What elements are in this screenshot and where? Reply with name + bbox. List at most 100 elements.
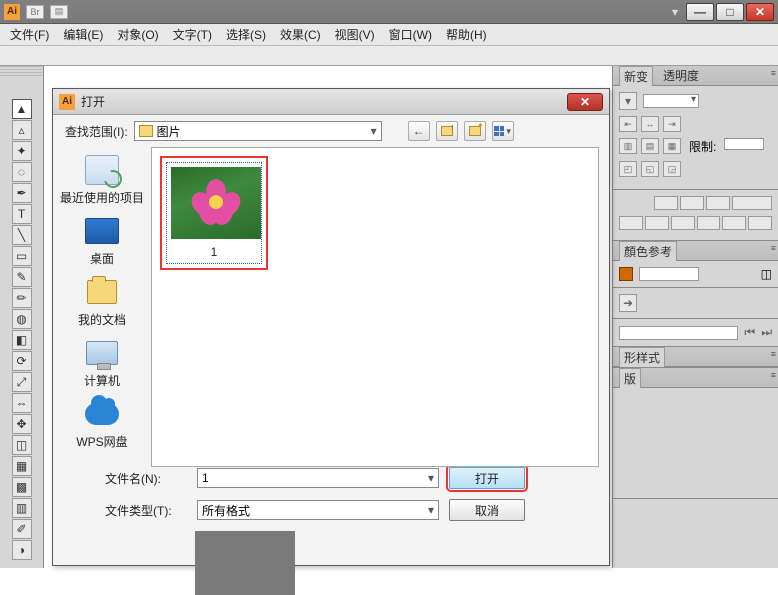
dash-preset-1[interactable] [654,196,678,210]
corner-2-icon[interactable]: ◱ [641,161,659,177]
dash-val-2[interactable] [645,216,669,230]
skip-next-icon[interactable]: ⏭ [761,325,772,340]
mesh-tool[interactable]: ▩ [12,477,32,497]
pen-tool[interactable]: ✒ [12,183,32,203]
align-center-icon[interactable]: ↔ [641,116,659,132]
pencil-tool[interactable]: ✏ [12,288,32,308]
bridge-chip-icon[interactable]: Br [26,5,44,19]
lasso-tool[interactable]: ◌ [12,162,32,182]
limit-label: 限制: [689,138,716,155]
file-thumbnail [171,167,261,239]
minimize-button[interactable]: — [686,3,714,21]
panel-menu-icon[interactable]: ≡ [771,370,776,380]
dash-val-6[interactable] [748,216,772,230]
menu-help[interactable]: 帮助(H) [446,26,487,43]
distribute-1-icon[interactable]: ▥ [619,138,637,154]
gradient-type-icon[interactable]: ▾ [619,92,637,110]
file-item[interactable]: 1 [160,156,268,270]
tab-graphic-styles[interactable]: 形样式 [619,347,665,367]
menu-window[interactable]: 窗口(W) [389,26,432,43]
lookin-row: 查找范围(I): 图片 ← [53,115,609,147]
place-mydocs[interactable]: 我的文档 [57,275,147,328]
view-mode-button[interactable] [492,121,514,141]
gradient-tool[interactable]: ▥ [12,498,32,518]
distribute-3-icon[interactable]: ▦ [663,138,681,154]
dash-val-4[interactable] [697,216,721,230]
gradient-preset-dropdown[interactable] [643,94,699,108]
menu-view[interactable]: 视图(V) [335,26,375,43]
selection-tool[interactable]: ▲ [12,99,32,119]
folder-up-icon [441,126,453,136]
nav-back-button[interactable]: ← [408,121,430,141]
dash-val-1[interactable] [619,216,643,230]
place-wps[interactable]: WPS网盘 [57,397,147,450]
panel-menu-icon[interactable]: ≡ [771,68,776,78]
align-left-icon[interactable]: ⇤ [619,116,637,132]
close-button[interactable]: ✕ [746,3,774,21]
dialog-titlebar[interactable]: Ai 打开 ✕ [53,89,609,115]
paintbrush-tool[interactable]: ✎ [12,267,32,287]
skip-prev-icon[interactable]: ⏮ [744,325,755,340]
dash-preset-3[interactable] [706,196,730,210]
distribute-2-icon[interactable]: ▤ [641,138,659,154]
panel-menu-icon[interactable]: ≡ [771,243,776,253]
tab-transparency[interactable]: 透明度 [663,67,699,84]
panel-menu-icon[interactable]: ≡ [771,349,776,359]
menu-file[interactable]: 文件(F) [10,26,49,43]
direct-selection-tool[interactable]: ▵ [12,120,32,140]
eraser-tool[interactable]: ◧ [12,330,32,350]
value-field[interactable] [619,326,738,340]
limit-input[interactable] [724,138,764,150]
arrange-chip-icon[interactable]: ▤ [50,5,68,19]
dash-preset-wide[interactable] [732,196,772,210]
maximize-button[interactable]: □ [716,3,744,21]
place-recent-label: 最近使用的项目 [57,189,147,206]
menu-type[interactable]: 文字(T) [173,26,212,43]
base-color-swatch[interactable] [619,267,633,281]
tool-panel-grabber[interactable] [0,66,43,76]
rectangle-tool[interactable]: ▭ [12,246,32,266]
eyedropper-tool[interactable]: ✐ [12,519,32,539]
align-right-icon[interactable]: ⇥ [663,116,681,132]
menu-effect[interactable]: 效果(C) [280,26,321,43]
shape-builder-tool[interactable]: ◫ [12,435,32,455]
harmony-dropdown[interactable] [639,267,699,281]
perspective-tool[interactable]: ▦ [12,456,32,476]
tab-artboards[interactable]: 版 [619,368,641,388]
open-button[interactable]: 打开 [449,467,525,489]
menu-edit[interactable]: 编辑(E) [63,26,103,43]
free-transform-tool[interactable]: ✥ [12,414,32,434]
corner-1-icon[interactable]: ◰ [619,161,637,177]
tab-gradient[interactable]: 新变 [619,66,653,86]
line-tool[interactable]: ╲ [12,225,32,245]
corner-3-icon[interactable]: ◲ [663,161,681,177]
dash-preset-2[interactable] [680,196,704,210]
file-name-label: 1 [171,245,257,259]
rotate-tool[interactable]: ⟳ [12,351,32,371]
place-desktop[interactable]: 桌面 [57,214,147,267]
dialog-close-button[interactable]: ✕ [567,93,603,111]
width-tool[interactable]: ⇔ [12,393,32,413]
type-tool[interactable]: T [12,204,32,224]
blob-brush-tool[interactable]: ◍ [12,309,32,329]
place-recent[interactable]: 最近使用的项目 [57,153,147,206]
filetype-dropdown[interactable]: 所有格式 [197,500,439,520]
dash-val-3[interactable] [671,216,695,230]
scale-tool[interactable]: ⤢ [12,372,32,392]
color-guide-options-icon[interactable]: ◫ [761,267,772,281]
titlebar-menu-caret[interactable]: ▾ [672,5,678,19]
filename-input[interactable]: 1 [197,468,439,488]
cancel-button[interactable]: 取消 [449,499,525,521]
dash-val-5[interactable] [722,216,746,230]
tab-color-guide[interactable]: 顏色参考 [619,241,677,261]
nav-newfolder-button[interactable] [464,121,486,141]
menu-select[interactable]: 选择(S) [226,26,266,43]
blend-tool[interactable]: ◑ [12,540,32,560]
file-list-pane[interactable]: 1 [151,147,599,467]
nav-up-button[interactable] [436,121,458,141]
lookin-dropdown[interactable]: 图片 [134,121,382,141]
menu-object[interactable]: 对象(O) [117,26,158,43]
magic-wand-tool[interactable]: ✦ [12,141,32,161]
place-computer[interactable]: 计算机 [57,336,147,389]
expand-panel-icon[interactable]: ➜ [619,294,637,312]
